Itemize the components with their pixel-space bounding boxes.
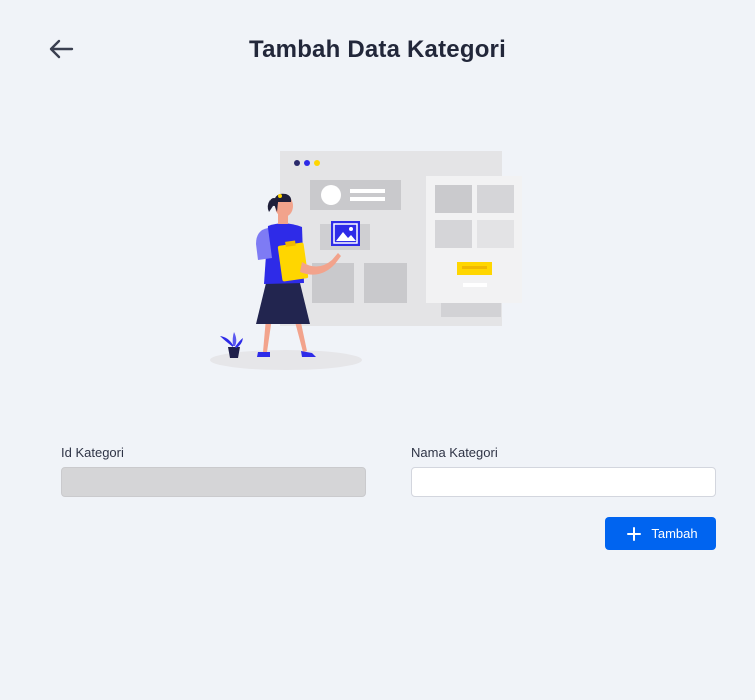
data-entry-illustration bbox=[200, 140, 540, 380]
tambah-button[interactable]: Tambah bbox=[605, 517, 716, 550]
plus-icon bbox=[627, 526, 642, 541]
tambah-button-label: Tambah bbox=[651, 526, 698, 541]
nama-kategori-input[interactable] bbox=[411, 467, 716, 497]
id-kategori-input bbox=[61, 467, 366, 497]
nama-kategori-label: Nama Kategori bbox=[411, 445, 498, 460]
page-title: Tambah Data Kategori bbox=[249, 36, 506, 63]
id-kategori-label: Id Kategori bbox=[61, 445, 124, 460]
